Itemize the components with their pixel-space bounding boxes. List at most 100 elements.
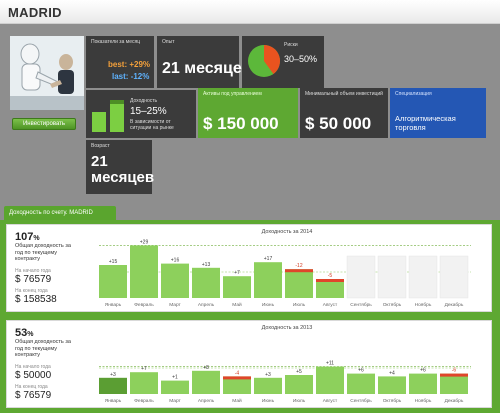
- x-tick-label: Август: [323, 302, 338, 308]
- x-tick-label: Декабрь: [445, 302, 464, 308]
- bar-data-label: +5: [296, 369, 302, 375]
- risk-label: Риски: [284, 42, 298, 48]
- age-value: 21 месяцев: [91, 153, 155, 186]
- end-value: $ 76579: [15, 390, 52, 401]
- chart-title: Доходность за 2014: [261, 229, 313, 235]
- bar: [99, 377, 127, 394]
- age-tile: Возраст 21 месяцев: [86, 140, 155, 194]
- specialization-label: Специализация: [395, 91, 432, 97]
- assets-label: Активы под управлением: [203, 91, 262, 97]
- bar: [130, 245, 158, 298]
- x-tick-label: Январь: [105, 302, 122, 308]
- experience-value: 21 месяцев: [162, 60, 252, 77]
- bar-data-label: -4: [235, 370, 240, 376]
- bar: [192, 370, 220, 394]
- bar-loss-cap: [223, 376, 251, 380]
- assets-value: $ 150 000: [203, 114, 279, 133]
- bar: [254, 262, 282, 298]
- bar-data-label: -5: [328, 273, 333, 279]
- min-invest-tile: Минимальный объем инвестиций $ 50 000: [300, 88, 388, 138]
- robot-illustration: [10, 36, 84, 110]
- yield-note: В зависимости от ситуации на рынке: [130, 119, 174, 131]
- yield-bars-icon: [92, 100, 124, 132]
- x-tick-label: Апрель: [198, 398, 215, 404]
- bar: [192, 267, 220, 298]
- min-invest-label: Минимальный объем инвестиций: [305, 91, 383, 97]
- x-tick-label: Апрель: [198, 302, 215, 308]
- bar: [285, 375, 313, 394]
- x-tick-label: Февраль: [134, 398, 154, 404]
- returns-panel-2013: 53% Общая доходность за год по текущему …: [6, 320, 492, 408]
- chart-title: Доходность за 2013: [261, 325, 313, 331]
- bar-data-label: -12: [295, 263, 302, 269]
- x-tick-label: Ноябрь: [415, 398, 432, 404]
- returns-panel-2014: 107% Общая доходность за год по текущему…: [6, 224, 492, 312]
- bar-loss-cap: [285, 269, 313, 273]
- bar-empty: [408, 255, 438, 299]
- total-label: Общая доходность за год по текущему конт…: [15, 243, 71, 262]
- best-value: +29%: [129, 60, 151, 69]
- bar-loss-cap: [316, 279, 344, 282]
- x-tick-label: Январь: [105, 398, 122, 404]
- bar-loss-cap: [440, 373, 468, 377]
- yield-label: Доходность: [130, 98, 158, 104]
- bar-empty: [439, 255, 469, 299]
- x-tick-label: Июль: [293, 398, 306, 404]
- monthly-stats-label: Показатели за месяц: [91, 39, 141, 45]
- last-value: -12%: [130, 72, 150, 81]
- x-tick-label: Июнь: [262, 398, 275, 404]
- best-label: best:: [108, 60, 128, 69]
- bar-data-label: +6: [420, 368, 426, 374]
- returns-chart-2014: +15 Январь +29 Февраль +16 Март +13 Апрель +7 Май…: [99, 239, 471, 308]
- start-value: $ 76579: [15, 274, 52, 285]
- experience-label: Опыт: [162, 39, 175, 45]
- bar-data-label: +17: [264, 256, 273, 262]
- bar: [130, 372, 158, 394]
- assets-tile: Активы под управлением $ 150 000: [198, 88, 298, 138]
- bar: [285, 269, 313, 298]
- bar: [347, 373, 375, 394]
- age-label: Возраст: [91, 143, 110, 149]
- bar: [161, 380, 189, 394]
- last-label: last:: [112, 72, 129, 81]
- x-tick-label: Октябрь: [383, 302, 402, 308]
- bar: [316, 366, 344, 394]
- profile-image: [10, 36, 84, 110]
- risk-tile: Риски 30–50%: [242, 36, 324, 88]
- x-tick-label: Август: [323, 398, 338, 404]
- bar-data-label: +4: [389, 370, 395, 376]
- x-tick-label: Ноябрь: [415, 302, 432, 308]
- bar-data-label: +29: [140, 239, 149, 245]
- bar: [254, 377, 282, 394]
- min-invest-value: $ 50 000: [305, 114, 372, 133]
- bar-data-label: +3: [265, 372, 271, 378]
- bar-empty: [377, 255, 407, 299]
- x-tick-label: Март: [169, 302, 181, 308]
- bar-data-label: +1: [172, 375, 178, 381]
- bar-data-label: +16: [171, 258, 180, 264]
- bar-data-label: +11: [326, 361, 334, 367]
- page-title: MADRID: [8, 5, 62, 20]
- start-value: $ 50000: [15, 370, 52, 381]
- bar-data-label: +3: [110, 372, 116, 378]
- total-percent: 107%: [15, 231, 40, 243]
- x-tick-label: Май: [232, 301, 242, 308]
- x-tick-label: Декабрь: [445, 398, 464, 404]
- bar: [378, 376, 406, 394]
- bar: [409, 373, 437, 394]
- returns-chart-2013: +3 Январь +7 Февраль +1 Март +8 Апрель -4 Май +3 Ию…: [99, 361, 471, 404]
- risk-pie-icon: [248, 45, 280, 77]
- x-tick-label: Март: [169, 398, 181, 404]
- total-percent: 53%: [15, 327, 34, 339]
- bar-data-label: +7: [141, 366, 147, 372]
- x-tick-label: Май: [232, 397, 242, 404]
- bar: [223, 276, 251, 298]
- x-tick-label: Июнь: [262, 302, 275, 308]
- tab-returns[interactable]: Доходность по счету. MADRID: [4, 206, 116, 220]
- bar: [440, 373, 468, 394]
- x-tick-label: Сентябрь: [350, 398, 372, 404]
- yield-tile: Доходность 15–25% В зависимости от ситуа…: [86, 90, 196, 138]
- x-tick-label: Октябрь: [383, 398, 402, 404]
- bar-data-label: -6: [452, 368, 457, 374]
- invest-button[interactable]: Инвестировать: [12, 118, 76, 130]
